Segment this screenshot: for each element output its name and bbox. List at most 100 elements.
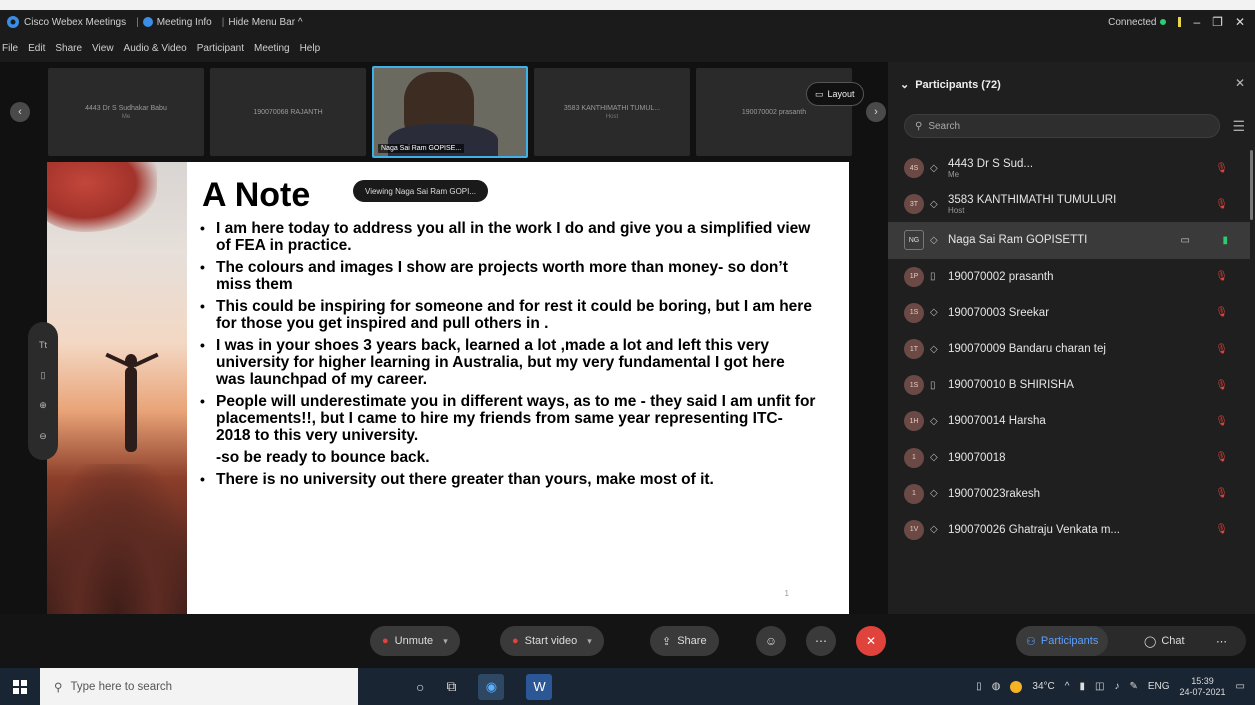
video-thumb[interactable]: 3583 KANTHIMATHI TUMUL... Host — [534, 68, 690, 156]
webex-app-icon[interactable]: ◉ — [478, 673, 505, 700]
participants-header[interactable]: ⌄ Participants (72) — [900, 78, 1001, 92]
participant-row[interactable]: 1 ◇ 190070023rakesh 🎙 — [888, 476, 1250, 512]
participant-name: 190070002 prasanth — [948, 270, 1054, 283]
title-separator: | — [136, 16, 139, 28]
menu-share[interactable]: Share — [55, 43, 82, 54]
filter-icon[interactable]: ☰ — [1232, 118, 1245, 135]
muted-mic-icon[interactable]: 🎙 — [1215, 271, 1228, 282]
participant-row[interactable]: 1H ◇ 190070014 Harsha 🎙 — [888, 403, 1250, 439]
muted-mic-icon[interactable]: 🎙 — [1215, 488, 1228, 499]
slide-person-arm — [133, 352, 159, 368]
unmute-button[interactable]: ● Unmute ▾ — [370, 626, 460, 656]
chevron-up-icon[interactable]: ^ — [1065, 681, 1070, 692]
screen-top-strip — [0, 0, 1255, 10]
layout-button[interactable]: ▭ Layout — [806, 82, 864, 106]
muted-mic-icon[interactable]: 🎙 — [1215, 452, 1228, 463]
participants-toggle-button[interactable]: ⚇ Participants — [1016, 626, 1109, 656]
muted-mic-icon[interactable]: 🎙 — [1215, 416, 1228, 427]
participant-row[interactable]: 1S ◇ 190070003 Sreekar 🎙 — [888, 295, 1250, 331]
menu-audio-video[interactable]: Audio & Video — [124, 43, 187, 54]
clock-date: 24-07-2021 — [1179, 686, 1226, 697]
connected-dot-icon — [1160, 18, 1167, 25]
chat-toggle-button[interactable]: ◯ Chat — [1134, 626, 1195, 656]
file-icon[interactable]: ▯ — [976, 681, 982, 692]
unmuted-mic-icon[interactable]: ▮ — [1222, 235, 1228, 246]
participant-name: 190070003 Sreekar — [948, 306, 1050, 319]
language-indicator[interactable]: ENG — [1148, 681, 1170, 692]
layout-label: Layout — [827, 89, 855, 99]
temperature[interactable]: 34°C — [1032, 681, 1054, 692]
volume-icon[interactable]: ♪ — [1114, 681, 1119, 692]
participant-search-input[interactable]: ⚲ Search — [904, 114, 1220, 138]
zoom-out-icon[interactable]: ⊖ — [39, 431, 47, 442]
menu-participant[interactable]: Participant — [197, 43, 244, 54]
connection-bar-icon — [1178, 17, 1182, 27]
slide-image — [47, 162, 187, 614]
start-video-button[interactable]: ● Start video ▾ — [500, 626, 604, 656]
chrome-icon[interactable]: ◍ — [992, 681, 1001, 692]
cortana-icon[interactable]: ○ — [416, 679, 424, 695]
more-options-button[interactable]: ⋯ — [806, 626, 836, 656]
video-next-button[interactable]: › — [866, 102, 886, 122]
battery-icon[interactable]: ▮ — [1079, 681, 1085, 692]
participant-row-active[interactable]: NG ◇ Naga Sai Ram GOPISETTI ▭ ▮ — [888, 222, 1250, 259]
menu-meeting[interactable]: Meeting — [254, 43, 290, 54]
task-view-icon[interactable]: ⧉ — [446, 678, 456, 695]
participant-row[interactable]: 1P ▯ 190070002 prasanth 🎙 — [888, 259, 1250, 295]
video-prev-button[interactable]: ‹ — [10, 102, 30, 122]
chevron-down-icon[interactable]: ▾ — [587, 636, 592, 647]
menu-help[interactable]: Help — [300, 43, 321, 54]
share-button[interactable]: ⇪ Share — [650, 626, 719, 656]
pen-icon[interactable]: ✎ — [1129, 681, 1137, 692]
hide-menu-bar-button[interactable]: Hide Menu Bar ^ — [228, 17, 302, 28]
close-panel-button[interactable]: ✕ — [1235, 76, 1245, 90]
participant-role: Me — [948, 169, 960, 179]
participant-row[interactable]: 4S ◇ 4443 Dr S Sud... Me 🎙 — [888, 150, 1250, 186]
chevron-down-icon[interactable]: ▾ — [443, 636, 448, 647]
participant-name: 190070009 Bandaru charan tej — [948, 343, 1106, 356]
taskbar-search-placeholder: Type here to search — [70, 680, 173, 693]
slide-bullet: This could be inspiring for someone and … — [197, 298, 817, 332]
muted-mic-icon[interactable]: 🎙 — [1215, 380, 1228, 391]
restore-button[interactable]: ❐ — [1212, 15, 1223, 29]
participant-name: 190070023rakesh — [948, 487, 1041, 500]
muted-mic-icon[interactable]: 🎙 — [1215, 344, 1228, 355]
participant-row[interactable]: 1S ▯ 190070010 B SHIRISHA 🎙 — [888, 367, 1250, 403]
share-icon: ⇪ — [662, 635, 672, 648]
start-button[interactable] — [0, 679, 40, 694]
weather-icon[interactable] — [1010, 680, 1023, 693]
video-thumb[interactable]: 190070068 RAJANTH — [210, 68, 366, 156]
menu-edit[interactable]: Edit — [28, 43, 45, 54]
network-icon[interactable]: ◫ — [1095, 681, 1104, 692]
avatar: 1V — [904, 519, 924, 540]
menu-file[interactable]: File — [2, 43, 18, 54]
muted-mic-icon[interactable]: 🎙 — [1215, 163, 1228, 174]
clock[interactable]: 15:39 24-07-2021 — [1180, 676, 1226, 698]
panel-scrollbar[interactable] — [1250, 150, 1253, 220]
muted-mic-icon[interactable]: 🎙 — [1215, 307, 1228, 318]
reactions-button[interactable]: ☺ — [756, 626, 786, 656]
menu-view[interactable]: View — [92, 43, 114, 54]
muted-mic-icon[interactable]: 🎙 — [1215, 524, 1228, 535]
participant-row[interactable]: 1V ◇ 190070026 Ghatraju Venkata m... 🎙 — [888, 512, 1250, 548]
participant-row[interactable]: 1T ◇ 190070009 Bandaru charan tej 🎙 — [888, 331, 1250, 367]
video-thumb[interactable]: 4443 Dr S Sudhakar Babu Me — [48, 68, 204, 156]
participant-row[interactable]: 3T ◇ 3583 KANTHIMATHI TUMULURI Host 🎙 — [888, 186, 1250, 222]
muted-mic-icon[interactable]: 🎙 — [1215, 199, 1228, 210]
text-tool-icon[interactable]: Tt — [39, 340, 47, 350]
word-app-icon[interactable]: W — [526, 673, 553, 700]
leave-meeting-button[interactable]: ✕ — [856, 626, 886, 656]
thumb-role: Host — [605, 113, 619, 120]
close-window-button[interactable]: ✕ — [1235, 15, 1245, 29]
device-icon: ▯ — [930, 271, 936, 283]
taskbar-search-input[interactable]: ⚲ Type here to search — [40, 668, 358, 705]
pointer-tool-icon[interactable]: ▯ — [41, 370, 46, 381]
minimize-button[interactable]: – — [1193, 15, 1200, 29]
notification-icon[interactable]: ▭ — [1236, 681, 1245, 692]
active-speaker-video[interactable]: Naga Sai Ram GOPISE... — [372, 66, 528, 158]
more-panels-button[interactable]: ⋯ — [1206, 626, 1237, 656]
zoom-in-icon[interactable]: ⊕ — [39, 400, 47, 411]
participant-name: 190070018 — [948, 451, 1006, 464]
meeting-info-button[interactable]: Meeting Info — [142, 17, 212, 28]
participant-row[interactable]: 1 ◇ 190070018 🎙 — [888, 440, 1250, 476]
